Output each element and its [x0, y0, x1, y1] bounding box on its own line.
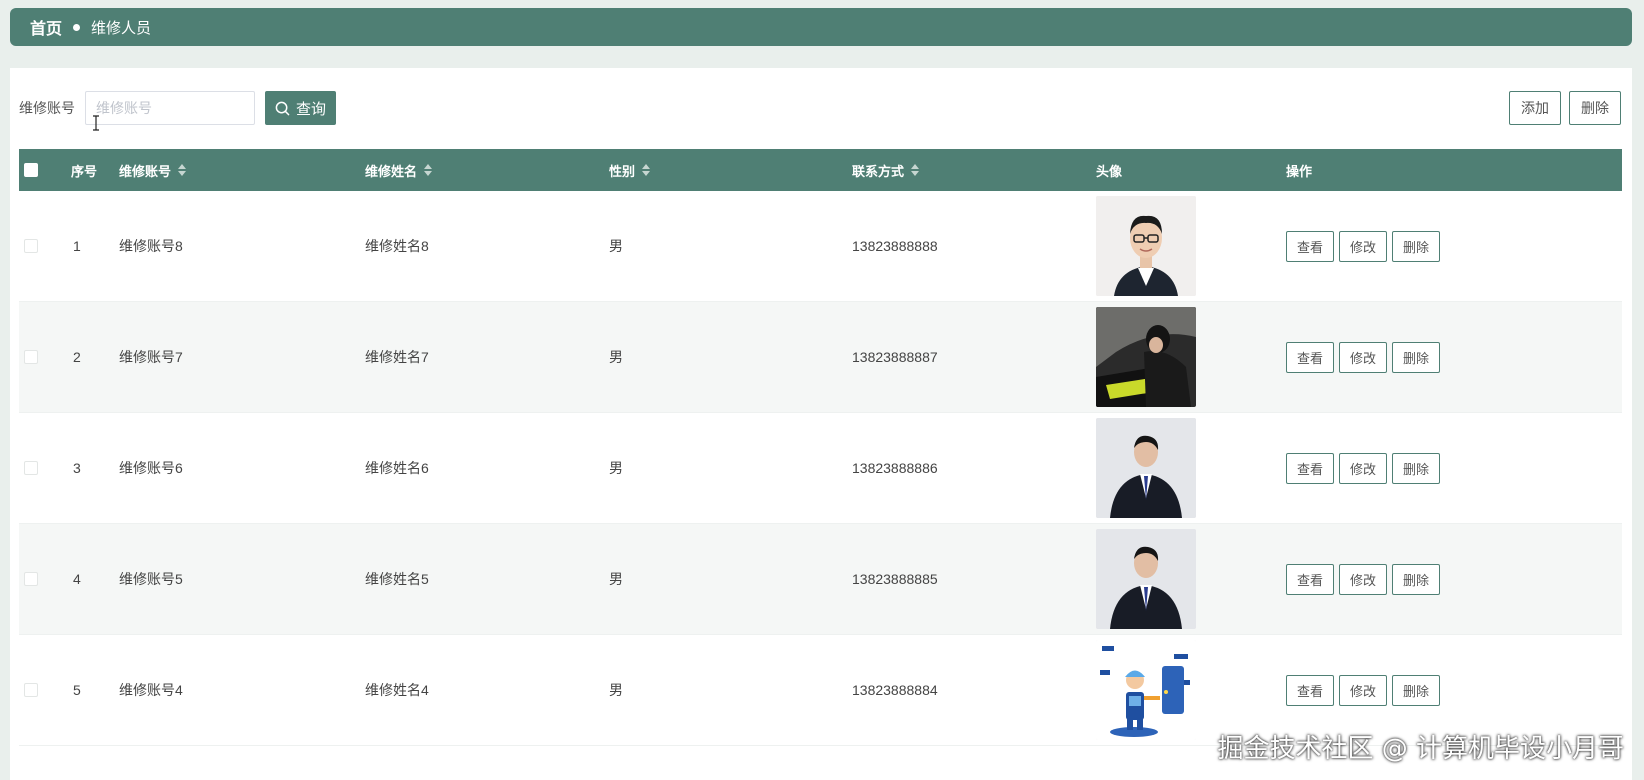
- avatar: [1096, 640, 1196, 740]
- search-bar: 维修账号 查询: [19, 91, 337, 125]
- edit-button[interactable]: 修改: [1339, 674, 1388, 706]
- view-button[interactable]: 查看: [1286, 452, 1335, 484]
- cell-index: 4: [73, 571, 81, 587]
- cell-name: 维修姓名5: [365, 571, 429, 587]
- view-button[interactable]: 查看: [1286, 230, 1335, 262]
- column-contact-header[interactable]: 联系方式: [852, 149, 920, 191]
- delete-button[interactable]: 删除: [1392, 674, 1441, 706]
- view-button[interactable]: 查看: [1286, 341, 1335, 373]
- toolbar-actions: 添加 删除: [1509, 91, 1621, 125]
- cell-name: 维修姓名4: [365, 682, 429, 698]
- column-avatar: 头像: [1096, 163, 1123, 179]
- row-actions: 查看 修改 删除: [1286, 452, 1441, 484]
- cell-account: 维修账号5: [119, 571, 183, 587]
- cell-gender: 男: [609, 571, 623, 587]
- search-button[interactable]: 查询: [265, 91, 337, 125]
- sort-icon[interactable]: [911, 164, 920, 176]
- view-button[interactable]: 查看: [1286, 674, 1335, 706]
- row-checkbox[interactable]: [24, 350, 38, 364]
- watermark: 掘金技术社区 @ 计算机毕设小月哥: [1217, 734, 1624, 764]
- row-checkbox[interactable]: [24, 239, 38, 253]
- cell-account: 维修账号8: [119, 238, 183, 254]
- data-table: 序号 维修账号 维修姓名 性别 联系方式 头像 操作 1 维修账号8 维修姓名8…: [19, 149, 1622, 746]
- edit-button[interactable]: 修改: [1339, 230, 1388, 262]
- cell-name: 维修姓名7: [365, 349, 429, 365]
- add-button[interactable]: 添加: [1509, 91, 1561, 125]
- breadcrumb: 首页 维修人员: [10, 8, 1632, 46]
- row-actions: 查看 修改 删除: [1286, 674, 1441, 706]
- row-checkbox[interactable]: [24, 461, 38, 475]
- view-button[interactable]: 查看: [1286, 563, 1335, 595]
- cell-name: 维修姓名6: [365, 460, 429, 476]
- cell-contact: 13823888888: [852, 238, 938, 254]
- cell-index: 3: [73, 460, 81, 476]
- column-account: 维修账号: [119, 163, 172, 179]
- delete-button[interactable]: 删除: [1392, 230, 1441, 262]
- search-input[interactable]: [85, 91, 255, 125]
- column-gender: 性别: [609, 163, 636, 179]
- delete-button[interactable]: 删除: [1392, 341, 1441, 373]
- cell-contact: 13823888887: [852, 349, 938, 365]
- cell-gender: 男: [609, 682, 623, 698]
- batch-delete-button[interactable]: 删除: [1569, 91, 1621, 125]
- cell-account: 维修账号7: [119, 349, 183, 365]
- avatar: [1096, 529, 1196, 629]
- cell-index: 1: [73, 238, 81, 254]
- table-row: 1 维修账号8 维修姓名8 男 13823888888 查看 修改 删除: [19, 191, 1622, 302]
- row-actions: 查看 修改 删除: [1286, 230, 1441, 262]
- cell-account: 维修账号4: [119, 682, 183, 698]
- table-header: 序号 维修账号 维修姓名 性别 联系方式 头像 操作: [19, 149, 1622, 191]
- search-icon: [275, 101, 290, 115]
- breadcrumb-home[interactable]: 首页: [30, 15, 62, 39]
- cell-gender: 男: [609, 460, 623, 476]
- cell-name: 维修姓名8: [365, 238, 429, 254]
- cell-index: 2: [73, 349, 81, 365]
- delete-button[interactable]: 删除: [1392, 452, 1441, 484]
- breadcrumb-current: 维修人员: [91, 19, 152, 37]
- table-row: 3 维修账号6 维修姓名6 男 13823888886 查看 修改 删除: [19, 413, 1622, 524]
- cell-gender: 男: [609, 238, 623, 254]
- cell-contact: 13823888885: [852, 571, 938, 587]
- table-row: 2 维修账号7 维修姓名7 男 13823888887 查看 修改 删除: [19, 302, 1622, 413]
- delete-button[interactable]: 删除: [1392, 563, 1441, 595]
- column-name: 维修姓名: [365, 163, 418, 179]
- column-name-header[interactable]: 维修姓名: [365, 149, 433, 191]
- cell-contact: 13823888886: [852, 460, 938, 476]
- column-index: 序号: [71, 163, 98, 179]
- cell-gender: 男: [609, 349, 623, 365]
- select-all-checkbox[interactable]: [24, 163, 38, 177]
- cell-contact: 13823888884: [852, 682, 938, 698]
- cell-index: 5: [73, 682, 81, 698]
- row-actions: 查看 修改 删除: [1286, 563, 1441, 595]
- breadcrumb-separator: [73, 23, 81, 31]
- content-panel: 维修账号 查询 添加 删除 序号 维修账号 维修姓名 性别: [10, 68, 1632, 780]
- avatar: [1096, 418, 1196, 518]
- column-account-header[interactable]: 维修账号: [119, 149, 187, 191]
- cell-account: 维修账号6: [119, 460, 183, 476]
- search-label: 维修账号: [19, 100, 75, 116]
- avatar: [1096, 196, 1196, 296]
- sort-icon[interactable]: [642, 164, 651, 176]
- sort-icon[interactable]: [424, 164, 433, 176]
- sort-icon[interactable]: [178, 164, 187, 176]
- column-contact: 联系方式: [852, 163, 905, 179]
- search-button-label: 查询: [296, 100, 327, 118]
- table-row: 4 维修账号5 维修姓名5 男 13823888885 查看 修改 删除: [19, 524, 1622, 635]
- row-actions: 查看 修改 删除: [1286, 341, 1441, 373]
- edit-button[interactable]: 修改: [1339, 563, 1388, 595]
- column-gender-header[interactable]: 性别: [609, 149, 651, 191]
- column-ops: 操作: [1286, 163, 1313, 179]
- edit-button[interactable]: 修改: [1339, 341, 1388, 373]
- avatar: [1096, 307, 1196, 407]
- text-cursor-icon: [93, 115, 99, 131]
- edit-button[interactable]: 修改: [1339, 452, 1388, 484]
- row-checkbox[interactable]: [24, 683, 38, 697]
- row-checkbox[interactable]: [24, 572, 38, 586]
